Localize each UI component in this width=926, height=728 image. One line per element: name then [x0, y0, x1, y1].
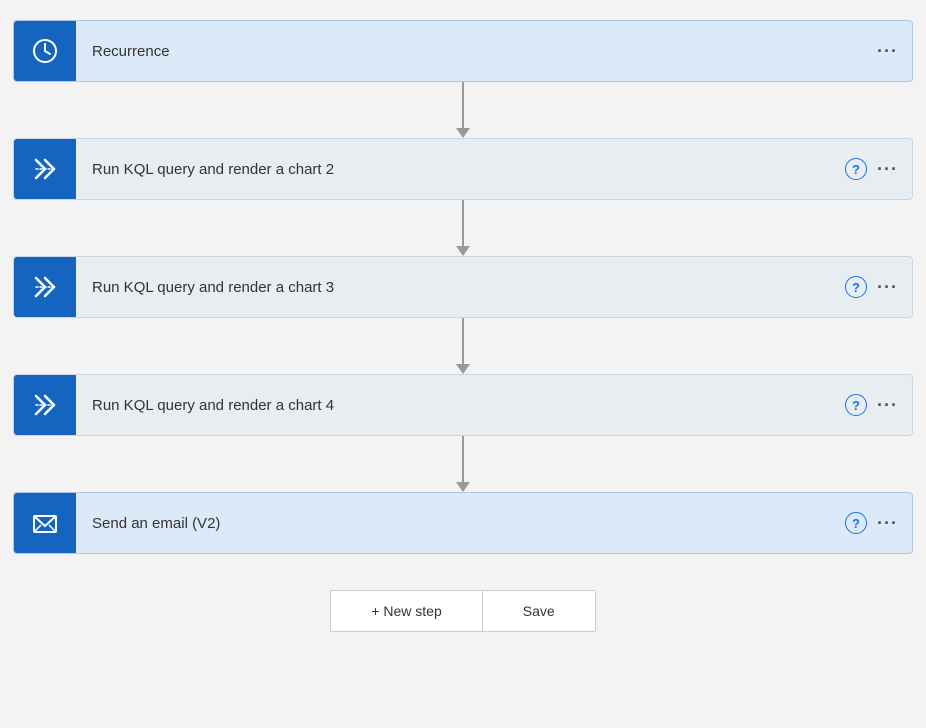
connector-line [462, 200, 464, 246]
connector-2 [456, 318, 470, 374]
step-card-email[interactable]: Send an email (V2)? ··· [13, 492, 913, 554]
step-label-recurrence: Recurrence [76, 43, 877, 60]
connector-0 [456, 82, 470, 138]
step-icon-kql [14, 256, 76, 318]
connector-3 [456, 436, 470, 492]
more-button-email[interactable]: ··· [877, 513, 898, 534]
step-icon-clock [14, 20, 76, 82]
more-button-kql4[interactable]: ··· [877, 395, 898, 416]
flow-container: Recurrence··· Run KQL query and render a… [13, 20, 913, 632]
help-button-kql4[interactable]: ? [845, 394, 867, 416]
step-actions-kql4: ? ··· [845, 394, 912, 416]
step-actions-kql3: ? ··· [845, 276, 912, 298]
help-button-kql3[interactable]: ? [845, 276, 867, 298]
step-card-recurrence[interactable]: Recurrence··· [13, 20, 913, 82]
connector-line [462, 318, 464, 364]
connector-arrow [456, 364, 470, 374]
more-button-kql3[interactable]: ··· [877, 277, 898, 298]
step-actions-recurrence: ··· [877, 41, 912, 62]
more-button-kql2[interactable]: ··· [877, 159, 898, 180]
help-button-kql2[interactable]: ? [845, 158, 867, 180]
step-icon-kql [14, 374, 76, 436]
help-button-email[interactable]: ? [845, 512, 867, 534]
step-icon-kql [14, 138, 76, 200]
connector-line [462, 82, 464, 128]
step-label-kql3: Run KQL query and render a chart 3 [76, 279, 845, 296]
step-label-kql2: Run KQL query and render a chart 2 [76, 161, 845, 178]
step-card-kql3[interactable]: Run KQL query and render a chart 3? ··· [13, 256, 913, 318]
connector-arrow [456, 128, 470, 138]
connector-1 [456, 200, 470, 256]
step-icon-email [14, 492, 76, 554]
connector-arrow [456, 246, 470, 256]
connector-arrow [456, 482, 470, 492]
step-actions-kql2: ? ··· [845, 158, 912, 180]
bottom-bar: + New stepSave [330, 590, 595, 632]
save-button[interactable]: Save [482, 590, 596, 632]
step-actions-email: ? ··· [845, 512, 912, 534]
new-step-button[interactable]: + New step [330, 590, 481, 632]
connector-line [462, 436, 464, 482]
step-label-email: Send an email (V2) [76, 515, 845, 532]
step-card-kql2[interactable]: Run KQL query and render a chart 2? ··· [13, 138, 913, 200]
more-button-recurrence[interactable]: ··· [877, 41, 898, 62]
step-label-kql4: Run KQL query and render a chart 4 [76, 397, 845, 414]
step-card-kql4[interactable]: Run KQL query and render a chart 4? ··· [13, 374, 913, 436]
